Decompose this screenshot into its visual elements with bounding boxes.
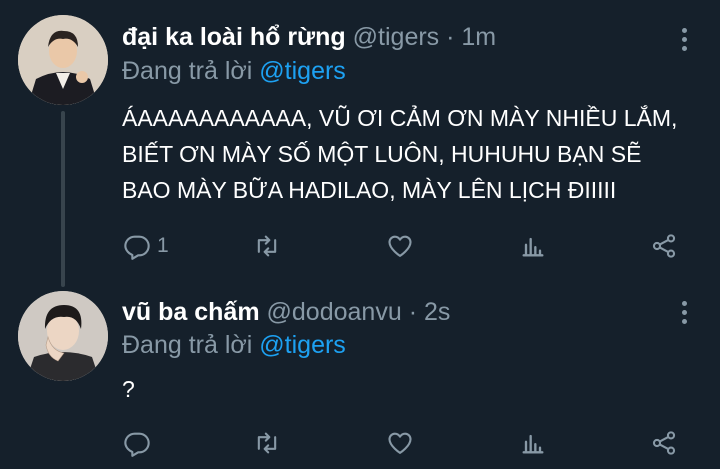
share-button[interactable]: [650, 232, 678, 260]
more-vertical-icon: [681, 301, 687, 306]
like-button[interactable]: [386, 429, 414, 457]
separator-dot: ·: [446, 23, 455, 51]
more-options-button[interactable]: [679, 301, 689, 324]
stats-button[interactable]: [519, 232, 547, 260]
share-icon: [652, 234, 676, 258]
reply-thread: đại ka loài hổ rừng @tigers · 1m Đang tr…: [0, 0, 720, 469]
retweet-icon: [257, 235, 277, 257]
avatar-photo: [18, 291, 108, 381]
tweet-text-line: BIẾT ƠN MÀY SỐ MỘT LUÔN, HUHUHU BẠN SẼ: [122, 141, 642, 167]
tweet-header: vũ ba chấm @dodoanvu · 2s: [122, 297, 450, 327]
reply-count: 1: [157, 234, 169, 257]
separator-dot: ·: [408, 298, 418, 326]
share-icon: [652, 431, 676, 455]
replying-to: Đang trả lời @tigers: [122, 56, 346, 86]
stats-button[interactable]: [519, 429, 547, 457]
display-name[interactable]: vũ ba chấm: [122, 298, 260, 326]
more-options-button[interactable]: [679, 28, 689, 51]
more-vertical-icon: [681, 37, 687, 42]
more-vertical-icon: [681, 46, 687, 51]
share-button[interactable]: [650, 429, 678, 457]
stats-icon: [522, 237, 544, 257]
tweet-actions: 1: [0, 226, 720, 266]
heart-icon: [388, 235, 412, 257]
mention-link[interactable]: @tigers: [259, 57, 346, 85]
replying-to-label: Đang trả lời: [122, 57, 253, 85]
more-vertical-icon: [681, 28, 687, 33]
tweet-text-line: ?: [122, 376, 135, 402]
user-handle[interactable]: @dodoanvu: [267, 298, 402, 326]
reply-button[interactable]: [123, 429, 157, 457]
display-name[interactable]: đại ka loài hổ rừng: [122, 23, 346, 51]
tweet[interactable]: đại ka loài hổ rừng @tigers · 1m Đang tr…: [0, 0, 720, 287]
retweet-button[interactable]: [253, 429, 281, 457]
user-handle[interactable]: @tigers: [353, 23, 440, 51]
tweet-text: ?: [122, 371, 702, 407]
like-button[interactable]: [386, 232, 414, 260]
heart-icon: [388, 432, 412, 454]
timestamp[interactable]: 2s: [424, 298, 450, 326]
reply-icon: [124, 235, 150, 260]
tweet-text-line: BAO MÀY BỮA HADILAO, MÀY LÊN LỊCH ĐIIIII: [122, 177, 617, 203]
avatar[interactable]: [18, 15, 108, 105]
reply-icon: [124, 432, 150, 457]
stats-icon: [522, 434, 544, 454]
tweet-text: ÁAAAAAAAAAAA, VŨ ƠI CẢM ƠN MÀY NHIỀU LẮM…: [122, 100, 702, 208]
retweet-button[interactable]: [253, 232, 281, 260]
tweet-header: đại ka loài hổ rừng @tigers · 1m: [122, 22, 496, 52]
mention-link[interactable]: @tigers: [259, 331, 346, 359]
timestamp[interactable]: 1m: [461, 23, 496, 51]
replying-to: Đang trả lời @tigers: [122, 330, 346, 360]
more-vertical-icon: [681, 310, 687, 315]
avatar-photo: [18, 15, 108, 105]
tweet[interactable]: vũ ba chấm @dodoanvu · 2s Đang trả lời @…: [0, 287, 720, 469]
more-vertical-icon: [681, 319, 687, 324]
retweet-icon: [257, 432, 277, 454]
reply-button[interactable]: 1: [123, 232, 169, 260]
replying-to-label: Đang trả lời: [122, 331, 253, 359]
tweet-text-line: ÁAAAAAAAAAAA, VŨ ƠI CẢM ƠN MÀY NHIỀU LẮM…: [122, 105, 678, 131]
tweet-actions: [0, 423, 720, 463]
avatar[interactable]: [18, 291, 108, 381]
